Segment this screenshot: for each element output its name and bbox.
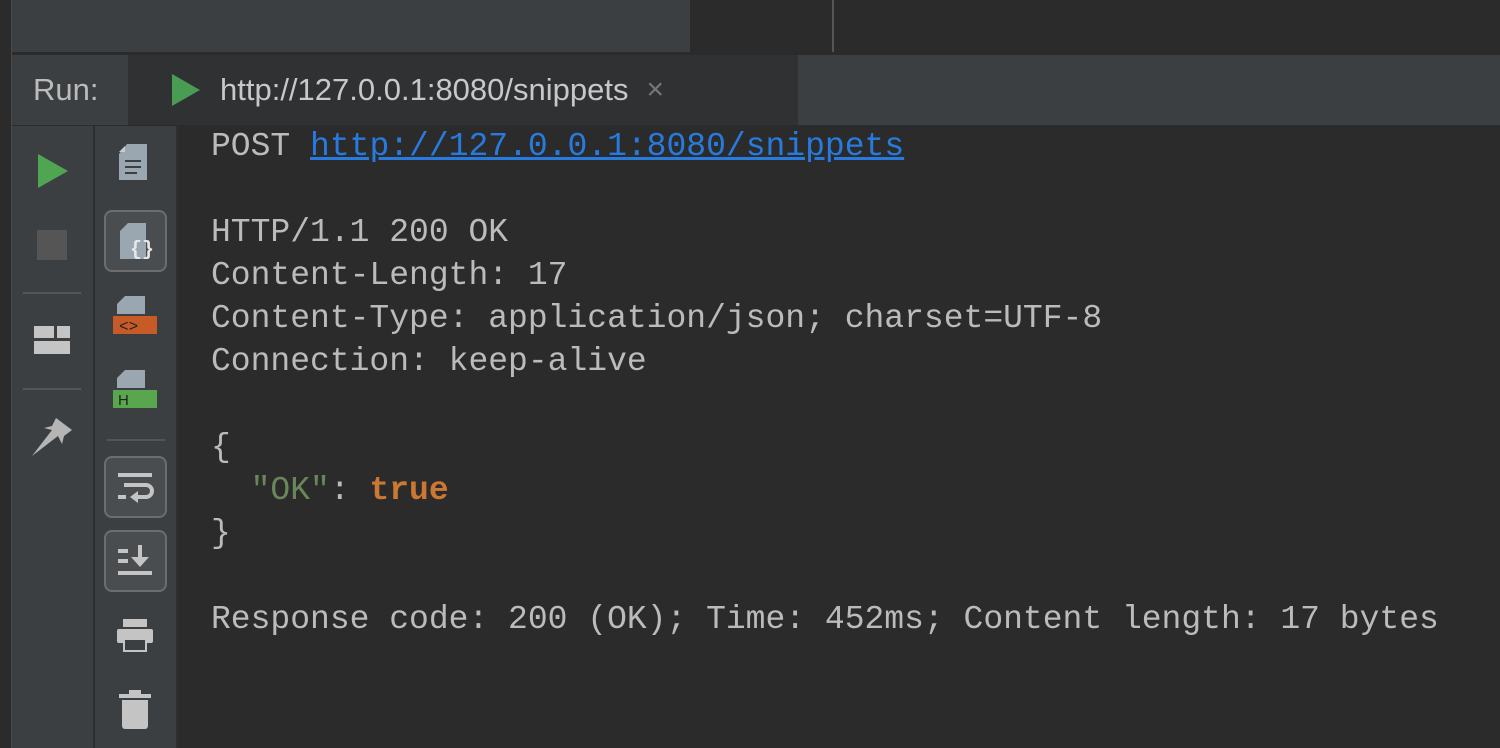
json-view-icon: {} bbox=[119, 223, 154, 261]
run-tab[interactable]: http://127.0.0.1:8080/snippets × bbox=[128, 55, 798, 125]
response-console: POST http://127.0.0.1:8080/snippets HTTP… bbox=[211, 125, 1439, 641]
divider bbox=[832, 0, 834, 52]
print-button[interactable] bbox=[115, 616, 155, 656]
svg-text:<>: <> bbox=[119, 318, 138, 336]
header-line: Content-Type: application/json; charset=… bbox=[211, 300, 1103, 337]
pin-button[interactable] bbox=[30, 414, 74, 458]
stop-button[interactable] bbox=[37, 230, 67, 260]
request-url-link[interactable]: http://127.0.0.1:8080/snippets bbox=[310, 128, 904, 165]
svg-text:H: H bbox=[118, 392, 129, 409]
left-edge bbox=[0, 0, 12, 748]
run-toolbar bbox=[12, 126, 94, 748]
run-tab-title: http://127.0.0.1:8080/snippets bbox=[220, 72, 629, 107]
separator bbox=[23, 388, 81, 390]
layout-icon bbox=[34, 326, 70, 354]
header-line: Connection: keep-alive bbox=[211, 343, 647, 380]
delete-button[interactable] bbox=[117, 688, 153, 732]
svg-text:{}: {} bbox=[130, 239, 154, 261]
json-colon: : bbox=[329, 472, 370, 509]
header-line: Content-Length: 17 bbox=[211, 257, 568, 294]
scroll-to-end-icon bbox=[117, 545, 152, 575]
status-line: HTTP/1.1 200 OK bbox=[211, 214, 509, 251]
headers-view-button[interactable]: H bbox=[113, 366, 159, 414]
json-open-brace: { bbox=[211, 429, 231, 466]
layout-button[interactable] bbox=[34, 326, 70, 354]
play-icon bbox=[38, 154, 68, 188]
html-view-icon: <> bbox=[113, 296, 157, 336]
separator bbox=[107, 439, 165, 441]
print-icon bbox=[117, 619, 153, 652]
rerun-button[interactable] bbox=[38, 154, 68, 188]
separator bbox=[23, 292, 81, 294]
close-tab-icon[interactable]: × bbox=[646, 73, 664, 107]
headers-view-icon: H bbox=[113, 370, 157, 409]
run-label: Run: bbox=[12, 55, 128, 125]
text-view-icon bbox=[119, 144, 147, 180]
json-entry: "OK": true bbox=[211, 469, 1439, 512]
json-close-brace: } bbox=[211, 515, 231, 552]
request-method: POST bbox=[211, 128, 291, 165]
response-summary: Response code: 200 (OK); Time: 452ms; Co… bbox=[211, 601, 1439, 638]
trash-icon bbox=[119, 690, 151, 729]
soft-wrap-button[interactable] bbox=[104, 456, 167, 518]
json-value: true bbox=[369, 472, 449, 509]
json-key: "OK" bbox=[250, 472, 330, 509]
editor-panel bbox=[12, 0, 690, 52]
soft-wrap-icon bbox=[117, 473, 154, 503]
html-view-button[interactable]: <> bbox=[113, 292, 159, 340]
run-tab-play-icon bbox=[172, 74, 200, 106]
response-toolbar: {} <> H bbox=[95, 126, 178, 748]
text-view-button[interactable] bbox=[117, 144, 151, 182]
json-view-button[interactable]: {} bbox=[104, 210, 167, 272]
scroll-to-end-button[interactable] bbox=[104, 530, 167, 592]
pin-icon bbox=[32, 418, 72, 456]
request-line: POST http://127.0.0.1:8080/snippets bbox=[211, 125, 1439, 168]
